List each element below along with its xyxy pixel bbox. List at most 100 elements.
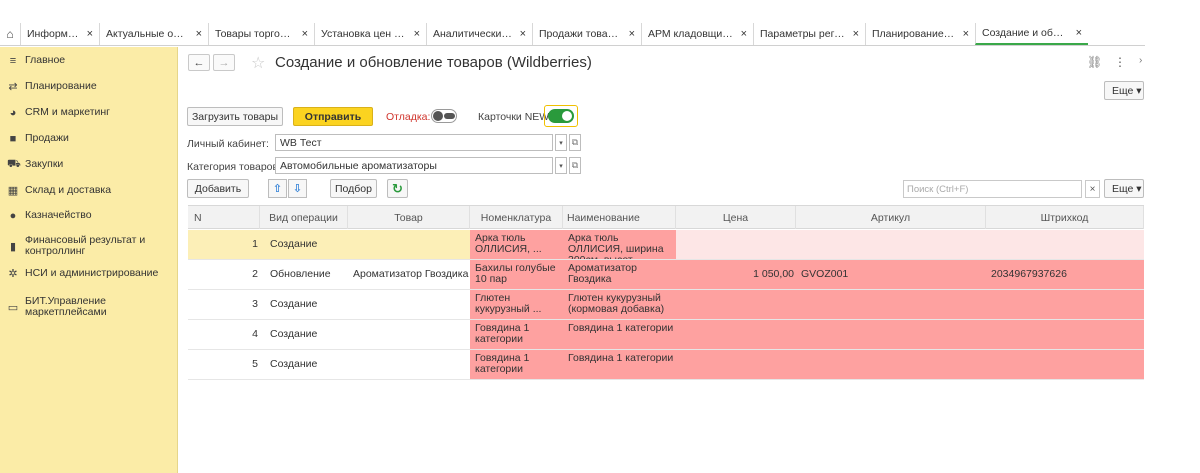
tab-7[interactable]: АРМ кладовщика ... × — [641, 23, 753, 45]
add-button[interactable]: Добавить — [187, 179, 249, 198]
column-header[interactable]: Номенклатура — [470, 206, 563, 229]
forward-button[interactable]: → — [213, 54, 235, 71]
table-cell-nomen: Говядина 1 категории — [470, 320, 563, 349]
column-header[interactable]: Цена — [676, 206, 796, 229]
sidebar-item-label: Финансовый результат и контроллинг — [25, 234, 146, 257]
table-cell-name: Говядина 1 категории — [563, 320, 676, 349]
menu-icon: ≡ — [9, 54, 17, 67]
table-row[interactable]: 1 Создание Арка тюль ОЛЛИСИЯ, ... Арка тюль… — [188, 230, 1144, 260]
cabinet-dropdown-icon[interactable]: ▾ — [555, 134, 567, 151]
table-row[interactable]: 3 Создание Глютен кукурузный ... Глютен кук… — [188, 290, 1144, 320]
column-header[interactable]: Наименование — [563, 206, 676, 229]
tab-label: Информация — [27, 28, 80, 40]
sidebar-item-2[interactable]: ⇄ Планирование — [0, 80, 178, 94]
table-cell-product: Ароматизатор Гвоздика — [353, 268, 469, 280]
table-cell-nomen: Глютен кукурузный ... — [470, 290, 563, 319]
page-title: Создание и обновление товаров (Wildberri… — [275, 54, 592, 71]
tab-5[interactable]: Аналитические м... × — [426, 23, 532, 45]
sidebar-item-1[interactable]: ≡ Главное — [0, 54, 178, 67]
send-button[interactable]: Отправить — [293, 107, 373, 126]
load-goods-button[interactable]: Загрузить товары — [187, 107, 283, 126]
tab-label: АРМ кладовщика ... — [648, 28, 734, 40]
sidebar-item-8[interactable]: ▮ Финансовый результат и контроллинг — [0, 235, 178, 257]
move-down-icon[interactable]: ⇩ — [288, 179, 307, 198]
tab-3[interactable]: Товары торговых ... × — [208, 23, 314, 45]
more-options-icon[interactable]: ⋮ — [1114, 55, 1126, 69]
close-icon[interactable]: × — [629, 28, 635, 40]
table-cell-op: Обновление — [270, 268, 331, 280]
refresh-icon[interactable]: ↻ — [387, 179, 408, 198]
close-icon[interactable]: × — [302, 28, 308, 40]
table-row[interactable]: 5 Создание Говядина 1 категории Говядина 1 … — [188, 350, 1144, 380]
tab-8[interactable]: Параметры регла... × — [753, 23, 865, 45]
table-cell-product — [348, 320, 470, 349]
tab-4[interactable]: Установка цен на ... × — [314, 23, 426, 45]
warehouse-icon: ▦ — [7, 185, 19, 197]
close-icon[interactable]: × — [196, 28, 202, 40]
category-field[interactable]: Автомобильные ароматизаторы — [275, 157, 553, 174]
back-button[interactable]: ← — [188, 54, 210, 71]
category-open-icon[interactable]: ⧉ — [569, 157, 581, 174]
sidebar-item-3[interactable]: ◕ CRM и маркетинг — [0, 107, 178, 119]
tab-label: Установка цен на ... — [321, 28, 407, 40]
more-button-top[interactable]: Еще ▾ — [1104, 81, 1144, 100]
sidebar-item-9[interactable]: ✲ НСИ и администрирование — [0, 268, 178, 281]
sidebar-item-7[interactable]: ● Казначейство — [0, 209, 178, 222]
column-header[interactable]: Вид операции — [260, 206, 348, 229]
table-row[interactable]: 4 Создание Говядина 1 категории Говядина 1 … — [188, 320, 1144, 350]
pick-button[interactable]: Подбор — [330, 179, 377, 198]
table-cell-barcode — [986, 230, 1144, 259]
column-header[interactable]: N — [188, 206, 260, 229]
sidebar-item-label: Главное — [25, 54, 66, 66]
close-icon[interactable]: × — [741, 28, 747, 40]
table-cell-product — [348, 350, 470, 379]
column-header[interactable]: Товар — [348, 206, 470, 229]
clear-search-icon[interactable]: × — [1085, 180, 1100, 198]
sidebar-item-label: Продажи — [25, 132, 69, 144]
table-cell-name: Говядина 1 категории — [563, 350, 676, 379]
sidebar-item-10[interactable]: ▭ БИТ.Управление маркетплейсами — [0, 296, 178, 318]
close-icon[interactable]: × — [520, 28, 526, 40]
sidebar-item-4[interactable]: ■ Продажи — [0, 132, 178, 145]
tab-6[interactable]: Продажи товаров... × — [532, 23, 641, 45]
tab-label: Планирование по... — [872, 28, 956, 40]
debug-toggle[interactable] — [431, 109, 457, 123]
tab-9[interactable]: Планирование по... × — [865, 23, 975, 45]
tab-label: Создание и обнов... — [982, 27, 1069, 39]
table-cell-article — [796, 230, 986, 259]
chevron-right-icon[interactable]: › — [1139, 55, 1142, 66]
sidebar-item-label: Планирование — [25, 80, 97, 92]
close-icon[interactable]: × — [87, 28, 93, 40]
move-up-icon[interactable]: ⇧ — [268, 179, 287, 198]
tab-10[interactable]: Создание и обнов... × — [975, 23, 1088, 45]
link-icon[interactable]: ⛓ — [1087, 55, 1102, 69]
cabinet-open-icon[interactable]: ⧉ — [569, 134, 581, 151]
cards-new-toggle[interactable] — [548, 109, 574, 123]
close-icon[interactable]: × — [853, 28, 859, 40]
more-button-table[interactable]: Еще ▾ — [1104, 179, 1144, 198]
table-cell-barcode — [986, 320, 1144, 349]
sidebar-item-6[interactable]: ▦ Склад и доставка — [0, 185, 178, 198]
home-icon[interactable]: ⌂ — [0, 23, 20, 45]
forward-icon: → — [218, 56, 230, 69]
table-cell-price — [676, 350, 796, 379]
tabs-container: Информация×Актуальные остат...×Товары то… — [20, 23, 1088, 45]
search-input[interactable]: Поиск (Ctrl+F) — [903, 180, 1082, 198]
cards-new-label: Карточки NEW: — [478, 111, 552, 123]
column-header[interactable]: Артикул — [796, 206, 986, 229]
close-icon[interactable]: × — [1076, 27, 1082, 39]
table-row[interactable]: 2 Обновление Ароматизатор Гвоздика Бахилы г… — [188, 260, 1144, 290]
sidebar-item-5[interactable]: ⛟ Закупки — [0, 158, 178, 170]
cabinet-field[interactable]: WB Тест — [275, 134, 553, 151]
chat-icon: ▭ — [7, 301, 19, 314]
sidebar-item-label: Казначейство — [25, 209, 92, 221]
column-header[interactable]: Штрихкод — [986, 206, 1144, 229]
category-dropdown-icon[interactable]: ▾ — [555, 157, 567, 174]
close-icon[interactable]: × — [414, 28, 420, 40]
tab-1[interactable]: Информация × — [20, 23, 99, 45]
tab-2[interactable]: Актуальные остат... × — [99, 23, 208, 45]
planning-icon: ⇄ — [8, 81, 18, 93]
table-cell-n: 4 — [252, 328, 258, 340]
close-icon[interactable]: × — [963, 28, 969, 40]
star-icon[interactable]: ☆ — [251, 53, 265, 73]
